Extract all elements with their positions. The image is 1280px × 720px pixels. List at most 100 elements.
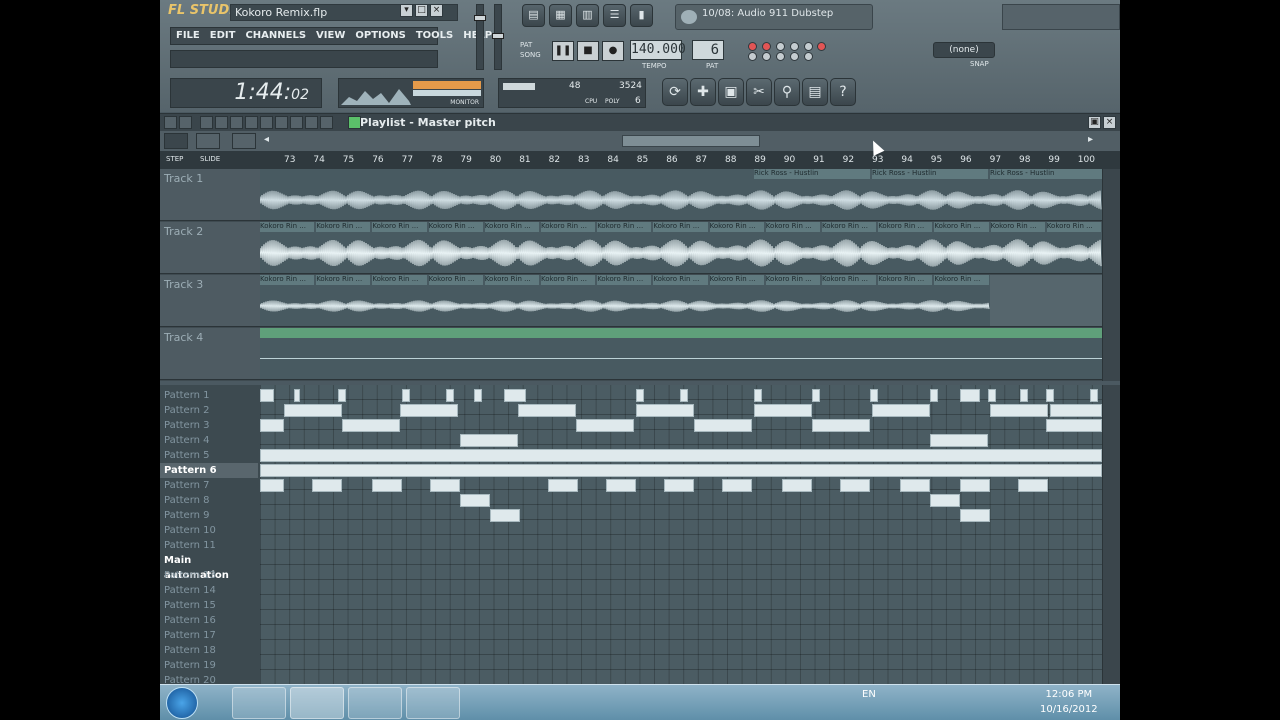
pattern-row-18[interactable]: Pattern 18 <box>160 643 258 658</box>
pattern-clip[interactable] <box>636 389 644 402</box>
pattern-clip[interactable] <box>1090 389 1098 402</box>
explorer-taskbar-icon[interactable] <box>232 687 286 719</box>
playlist-title[interactable]: Playlist - Master pitch <box>360 116 496 129</box>
pattern-clip[interactable] <box>694 419 752 432</box>
step-edit-toggle[interactable] <box>803 42 813 51</box>
pattern-clip[interactable] <box>990 404 1048 417</box>
pattern-clip[interactable] <box>342 419 400 432</box>
pattern-clip[interactable] <box>754 404 812 417</box>
pattern-clip[interactable] <box>680 389 688 402</box>
pattern-clip[interactable] <box>400 404 458 417</box>
pattern-clip[interactable] <box>840 479 870 492</box>
pattern-row-3[interactable]: Pattern 3 <box>160 418 258 433</box>
pattern-clip[interactable] <box>504 389 526 402</box>
pattern-row-6[interactable]: Pattern 6 <box>160 463 258 478</box>
pattern-clip[interactable] <box>664 479 694 492</box>
playlist-close-icon[interactable]: × <box>1103 116 1116 129</box>
menu-file[interactable]: FILE <box>171 28 205 44</box>
track-1-lane[interactable]: Rick Ross - Hustlin Rick Ross - Hustlin … <box>260 169 1102 221</box>
taskbar-clock[interactable]: 12:06 PM 10/16/2012 <box>1040 687 1098 717</box>
snap-select[interactable]: (none) <box>933 42 995 58</box>
audio-view-icon[interactable] <box>232 133 256 149</box>
pattern-clip[interactable] <box>930 494 960 507</box>
slice-tool-icon[interactable] <box>275 116 288 129</box>
browser-icon[interactable]: ☰ <box>603 4 626 27</box>
loop-record-toggle[interactable] <box>817 42 827 51</box>
pattern-row-12[interactable]: Main automation <box>160 553 258 581</box>
record-button[interactable]: ● <box>602 41 624 61</box>
pattern-view-icon[interactable] <box>164 133 188 149</box>
metronome-toggle[interactable] <box>748 42 757 51</box>
pattern-row-10[interactable]: Pattern 10 <box>160 523 258 538</box>
pattern-clip[interactable] <box>812 389 820 402</box>
scroll-right-icon[interactable]: ▸ <box>1088 134 1093 145</box>
mute-tool-icon[interactable] <box>245 116 258 129</box>
pattern-clip[interactable] <box>474 389 482 402</box>
patterns-vertical-scrollbar[interactable] <box>1102 385 1120 684</box>
wait-toggle[interactable] <box>761 42 771 51</box>
zoom-icon[interactable]: ⚲ <box>774 78 800 106</box>
pattern-clip[interactable] <box>260 464 1102 477</box>
help-icon[interactable]: ? <box>830 78 856 106</box>
pattern-number-display[interactable]: 6 <box>692 40 724 60</box>
pause-button[interactable]: ❚❚ <box>552 41 574 61</box>
select-tool-icon[interactable] <box>290 116 303 129</box>
pattern-row-2[interactable]: Pattern 2 <box>160 403 258 418</box>
pattern-clip[interactable] <box>312 479 342 492</box>
pattern-row-7[interactable]: Pattern 7 <box>160 478 258 493</box>
refresh-icon[interactable]: ⟳ <box>662 78 688 106</box>
delete-tool-icon[interactable] <box>230 116 243 129</box>
horizontal-scrollbar[interactable] <box>622 135 760 147</box>
start-button[interactable] <box>166 687 198 719</box>
track-4-automation-clip[interactable] <box>260 328 1102 338</box>
song-position-clock[interactable]: 1:44:02 <box>170 78 322 108</box>
mixer-icon[interactable]: ▮ <box>630 4 653 27</box>
pattern-row-20[interactable]: Pattern 20 <box>160 673 258 684</box>
menu-view[interactable]: VIEW <box>311 28 350 44</box>
app-taskbar-icon[interactable] <box>406 687 460 719</box>
cut-icon[interactable]: ✂ <box>746 78 772 106</box>
pattern-row-8[interactable]: Pattern 8 <box>160 493 258 508</box>
pattern-row-14[interactable]: Pattern 14 <box>160 583 258 598</box>
zoom-tool-icon[interactable] <box>305 116 318 129</box>
pattern-clip[interactable] <box>1018 479 1048 492</box>
pattern-clip[interactable] <box>490 509 520 522</box>
pattern-clip[interactable] <box>754 389 762 402</box>
countdown-toggle[interactable] <box>775 42 785 51</box>
master-pitch-slider[interactable] <box>492 4 504 70</box>
pattern-clip[interactable] <box>338 389 346 402</box>
save-icon[interactable]: ▣ <box>718 78 744 106</box>
pattern-clip[interactable] <box>284 404 342 417</box>
pattern-clip[interactable] <box>260 419 284 432</box>
pattern-clip[interactable] <box>872 404 930 417</box>
pattern-row-15[interactable]: Pattern 15 <box>160 598 258 613</box>
pattern-clip[interactable] <box>930 434 988 447</box>
track-1-header[interactable]: Track 1 <box>160 169 260 221</box>
playlist-view-icon[interactable]: ▤ <box>522 4 545 27</box>
pattern-clip[interactable] <box>372 479 402 492</box>
pattern-row-4[interactable]: Pattern 4 <box>160 433 258 448</box>
draw-tool-icon[interactable] <box>200 116 213 129</box>
pattern-clip[interactable] <box>930 389 938 402</box>
pattern-row-5[interactable]: Pattern 5 <box>160 448 258 463</box>
pattern-grid[interactable] <box>260 385 1102 684</box>
notes-icon[interactable]: ▤ <box>802 78 828 106</box>
pattern-row-17[interactable]: Pattern 17 <box>160 628 258 643</box>
blend-toggle[interactable] <box>789 42 799 51</box>
multilink-toggle[interactable] <box>775 52 785 61</box>
track-4-header[interactable]: Track 4 <box>160 328 260 380</box>
step-sequencer-icon[interactable]: ▦ <box>549 4 572 27</box>
pattern-clip[interactable] <box>294 389 300 402</box>
playlist-detach-icon[interactable]: ▣ <box>1088 116 1101 129</box>
pattern-clip[interactable] <box>960 479 990 492</box>
master-volume-slider[interactable] <box>474 4 486 70</box>
track-2-lane[interactable]: Kokoro Rin ... Kokoro Rin ... Kokoro Rin .… <box>260 222 1102 274</box>
track-2-header[interactable]: Track 2 <box>160 222 260 274</box>
pattern-clip[interactable] <box>1020 389 1028 402</box>
playlist-menu-icon[interactable] <box>164 116 177 129</box>
time-ruler[interactable]: STEP SLIDE 73 74 75 76 77 78 79 80 81 82 83 84 85 86 8… <box>160 151 1120 169</box>
typing-keyboard-toggle[interactable] <box>761 52 771 61</box>
pattern-row-16[interactable]: Pattern 16 <box>160 613 258 628</box>
news-panel[interactable]: 10/08: Audio 911 Dubstep <box>675 4 873 30</box>
pattern-clip[interactable] <box>960 509 990 522</box>
